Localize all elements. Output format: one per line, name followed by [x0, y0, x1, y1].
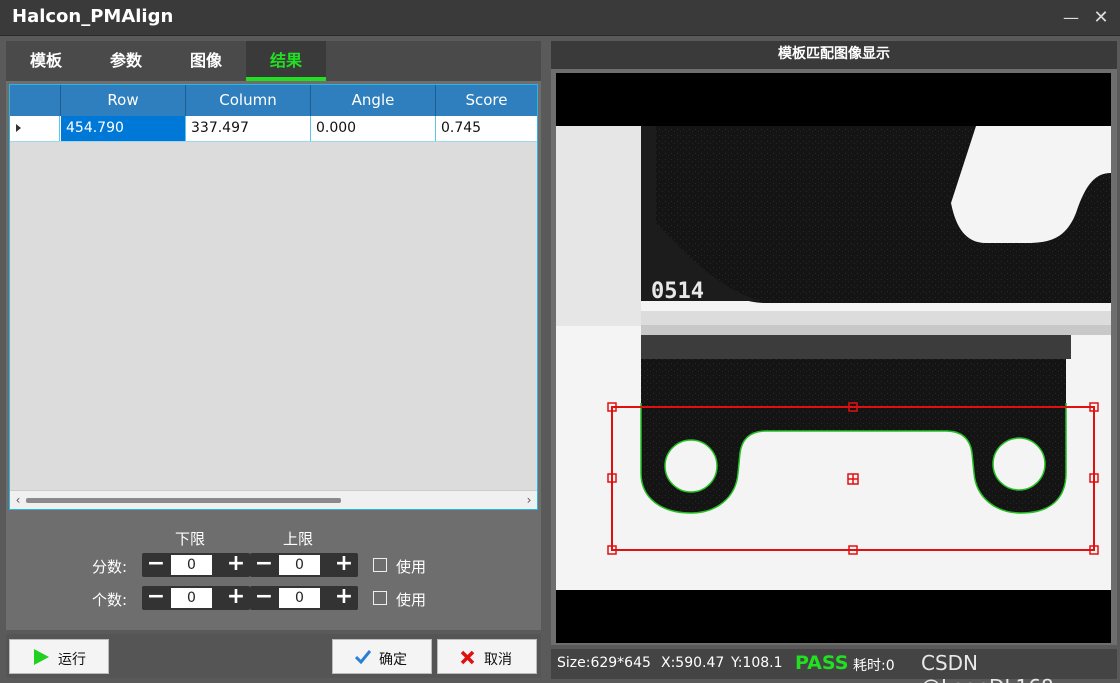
tab-params[interactable]: 参数 — [86, 41, 166, 81]
match-image-canvas[interactable]: 0514 — [556, 73, 1111, 643]
count-upper-stepper[interactable]: − 0 + — [250, 586, 358, 610]
left-hole — [664, 439, 718, 493]
upper-limit-header: 上限 — [283, 530, 314, 548]
cell-row[interactable]: 454.790 — [61, 116, 186, 141]
score-label: 分数: — [92, 558, 128, 576]
minus-icon[interactable]: − — [142, 553, 170, 577]
window-title: Halcon_PMAlign — [12, 6, 174, 27]
close-x-icon — [460, 650, 475, 665]
cell-column[interactable]: 337.497 — [186, 116, 311, 141]
score-lower-value[interactable]: 0 — [171, 555, 212, 575]
tab-bar: 模板 参数 图像 结果 — [6, 41, 541, 81]
image-size-text: Size:629*645 — [557, 655, 651, 671]
limits-section: 下限 上限 分数: − 0 + − 0 + 使用 个数: − 0 + − 0 +… — [6, 516, 541, 626]
count-label: 个数: — [92, 591, 128, 609]
check-icon — [355, 650, 371, 664]
tab-template[interactable]: 模板 — [6, 41, 86, 81]
tab-results[interactable]: 结果 — [246, 41, 326, 81]
count-upper-value[interactable]: 0 — [279, 588, 320, 608]
score-upper-value[interactable]: 0 — [279, 555, 320, 575]
column-header-row[interactable]: Row — [61, 85, 186, 116]
run-label: 运行 — [58, 652, 86, 668]
score-lower-stepper[interactable]: − 0 + — [142, 553, 250, 577]
play-icon — [34, 649, 49, 665]
scrollbar-thumb[interactable] — [26, 498, 341, 503]
elapsed-time-text: 耗时:0 — [853, 658, 895, 674]
action-bar: 运行 确定 取消 — [6, 634, 541, 678]
left-panel: 模板 参数 图像 结果 Row Column Angle Score 454.7… — [6, 41, 541, 630]
scroll-left-icon[interactable]: ‹ — [11, 491, 25, 510]
scroll-right-icon[interactable]: › — [522, 491, 536, 510]
row-indicator-icon[interactable] — [10, 116, 60, 141]
close-button[interactable]: ✕ — [1088, 6, 1114, 30]
grid-header: Row Column Angle Score — [10, 85, 537, 116]
ok-button[interactable]: 确定 — [332, 639, 432, 674]
tab-image[interactable]: 图像 — [166, 41, 246, 81]
cursor-x-text: X:590.47 — [661, 655, 725, 671]
part-stamp-text: 0514 — [651, 279, 704, 304]
cell-angle[interactable]: 0.000 — [311, 116, 436, 141]
minus-icon[interactable]: − — [250, 553, 278, 577]
column-header-angle[interactable]: Angle — [311, 85, 436, 116]
count-use-checkbox[interactable] — [373, 591, 387, 605]
image-panel: 模板匹配图像显示 0514 — [551, 41, 1117, 645]
results-grid[interactable]: Row Column Angle Score 454.790 337.497 0… — [9, 84, 538, 510]
plus-icon[interactable]: + — [222, 586, 250, 610]
cell-score[interactable]: 0.745 — [436, 116, 537, 141]
score-upper-stepper[interactable]: − 0 + — [250, 553, 358, 577]
result-status-badge: PASS — [795, 652, 849, 674]
column-header-score[interactable]: Score — [436, 85, 537, 116]
row-header-corner — [10, 85, 61, 116]
column-header-column[interactable]: Column — [186, 85, 311, 116]
minimize-button[interactable]: — — [1058, 6, 1084, 30]
score-use-checkbox[interactable] — [373, 558, 387, 572]
count-lower-value[interactable]: 0 — [171, 588, 212, 608]
count-use-label: 使用 — [396, 591, 427, 609]
ok-label: 确定 — [379, 652, 407, 668]
plus-icon[interactable]: + — [330, 553, 358, 577]
watermark-text: CSDN @LeonDL168 — [921, 651, 1054, 683]
cursor-y-text: Y:108.1 — [731, 655, 783, 671]
lower-limit-header: 下限 — [175, 530, 206, 548]
title-bar: Halcon_PMAlign — ✕ — [0, 0, 1120, 36]
status-bar: Size:629*645 X:590.47 Y:108.1 PASS 耗时:0 … — [551, 649, 1117, 683]
cancel-button[interactable]: 取消 — [437, 639, 537, 674]
right-hole — [992, 437, 1046, 491]
plus-icon[interactable]: + — [222, 553, 250, 577]
horizontal-scrollbar[interactable]: ‹ › — [10, 490, 537, 509]
plus-icon[interactable]: + — [330, 586, 358, 610]
image-viewer[interactable]: 0514 — [556, 73, 1111, 643]
image-panel-title: 模板匹配图像显示 — [551, 41, 1117, 69]
count-lower-stepper[interactable]: − 0 + — [142, 586, 250, 610]
score-use-label: 使用 — [396, 558, 427, 576]
cancel-label: 取消 — [484, 652, 512, 668]
minus-icon[interactable]: − — [142, 586, 170, 610]
table-row[interactable]: 454.790 337.497 0.000 0.745 — [10, 116, 537, 142]
minus-icon[interactable]: − — [250, 586, 278, 610]
run-button[interactable]: 运行 — [9, 639, 109, 674]
